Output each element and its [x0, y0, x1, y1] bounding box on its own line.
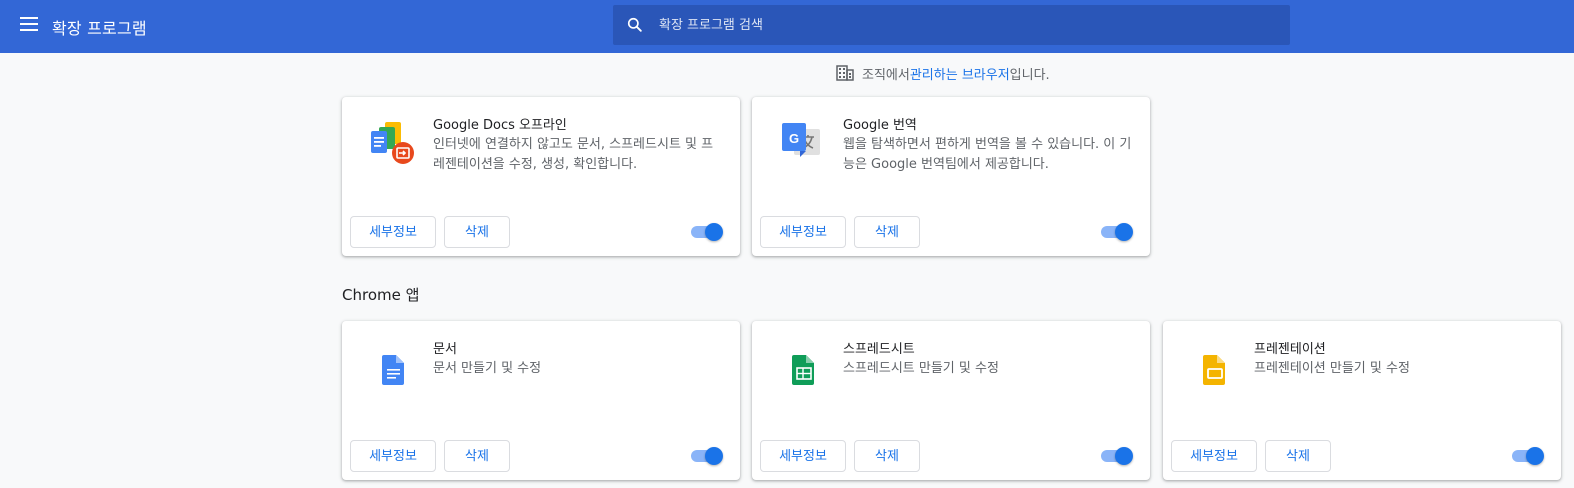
enable-toggle[interactable] [1510, 447, 1544, 465]
menu-icon[interactable] [20, 17, 38, 31]
app-description: 스프레드시트 만들기 및 수정 [843, 361, 999, 376]
app-card-sheets: 스프레드시트 스프레드시트 만들기 및 수정 세부정보 삭제 [752, 321, 1150, 480]
slides-icon [1203, 355, 1225, 385]
remove-button[interactable]: 삭제 [444, 216, 510, 248]
search-icon [627, 17, 642, 32]
app-card-docs: 문서 문서 만들기 및 수정 세부정보 삭제 [342, 321, 740, 480]
extension-description: 인터넷에 연결하지 않고도 문서, 스프레드시트 및 프레젠테이션을 수정, 생… [433, 137, 714, 172]
docs-icon [382, 355, 404, 385]
toolbar: 확장 프로그램 [0, 0, 1574, 53]
app-description: 문서 만들기 및 수정 [433, 361, 542, 376]
enable-toggle[interactable] [689, 223, 723, 241]
search-box[interactable] [613, 5, 1290, 45]
managed-suffix: 입니다. [1009, 67, 1050, 83]
sheets-icon [792, 355, 814, 385]
app-card-slides: 프레젠테이션 프레젠테이션 만들기 및 수정 세부정보 삭제 [1163, 321, 1561, 480]
remove-button[interactable]: 삭제 [854, 216, 920, 248]
remove-button[interactable]: 삭제 [444, 440, 510, 472]
managed-browser-link[interactable]: 관리하는 브라우저 [910, 64, 1010, 83]
extension-card-docs-offline: Google Docs 오프라인 인터넷에 연결하지 않고도 문서, 스프레드시… [342, 97, 740, 256]
managed-prefix: 조직에서 [862, 67, 910, 83]
details-button[interactable]: 세부정보 [350, 440, 436, 472]
details-button[interactable]: 세부정보 [760, 440, 846, 472]
page-title: 확장 프로그램 [52, 19, 147, 38]
search-input[interactable] [657, 5, 1277, 45]
details-button[interactable]: 세부정보 [1171, 440, 1257, 472]
docs-offline-icon [371, 122, 414, 164]
details-button[interactable]: 세부정보 [760, 216, 846, 248]
building-icon [836, 65, 854, 81]
translate-icon: G [782, 123, 820, 157]
enable-toggle[interactable] [1099, 223, 1133, 241]
managed-notice: 조직에서 관리하는 브라우저 입니다. [836, 64, 1050, 83]
extension-description: 웹을 탐색하면서 편하게 번역을 볼 수 있습니다. 이 기능은 Google … [843, 137, 1132, 172]
app-description: 프레젠테이션 만들기 및 수정 [1254, 361, 1410, 376]
app-name: 프레젠테이션 [1254, 342, 1326, 357]
details-button[interactable]: 세부정보 [350, 216, 436, 248]
extension-name: Google 번역 [843, 118, 917, 133]
enable-toggle[interactable] [689, 447, 723, 465]
enable-toggle[interactable] [1099, 447, 1133, 465]
extension-card-translate: G Google 번역 웹을 탐색하면서 편하게 번역을 볼 수 있습니다. 이… [752, 97, 1150, 256]
remove-button[interactable]: 삭제 [1265, 440, 1331, 472]
app-name: 문서 [433, 342, 457, 357]
svg-text:G: G [789, 131, 799, 146]
remove-button[interactable]: 삭제 [854, 440, 920, 472]
extension-name: Google Docs 오프라인 [433, 118, 567, 133]
section-title-chrome-apps: Chrome 앱 [342, 286, 420, 304]
app-name: 스프레드시트 [843, 342, 915, 357]
